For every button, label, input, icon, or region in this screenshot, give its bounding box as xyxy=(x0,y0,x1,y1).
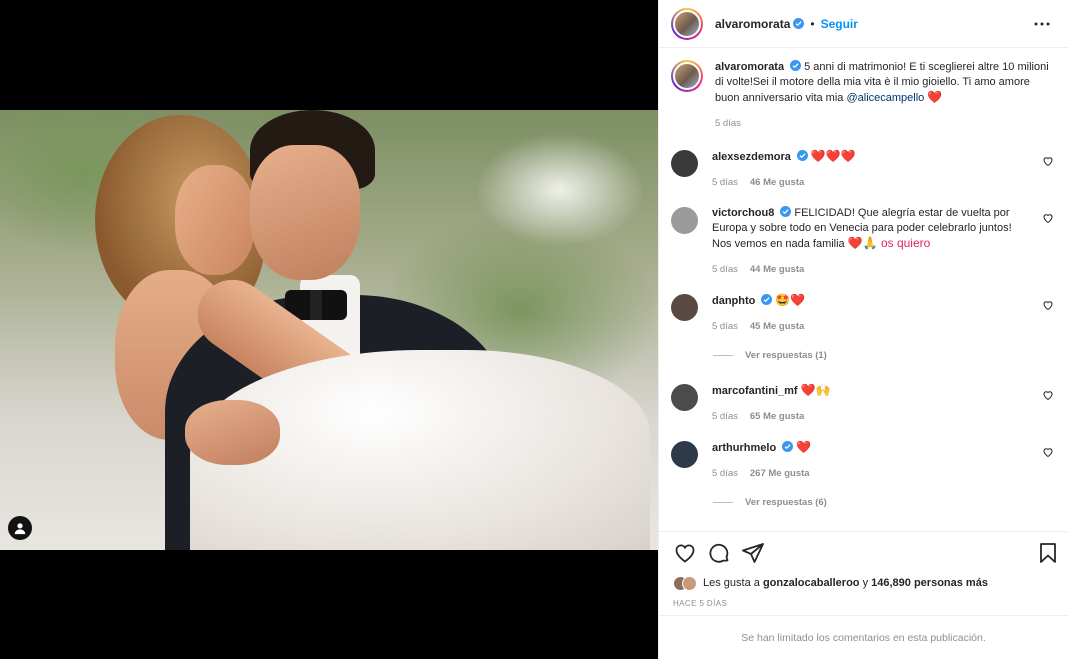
post-timestamp[interactable]: HACE 5 DÍAS xyxy=(659,593,1068,615)
comment-username[interactable]: victorchou8 xyxy=(712,207,774,219)
comment-like-heart-icon[interactable] xyxy=(1042,389,1054,401)
verified-icon xyxy=(782,441,794,452)
comments-list[interactable]: alvaromorata 5 anni di matrimonio! E ti s… xyxy=(659,48,1068,531)
comment-likes[interactable]: 45 Me gusta xyxy=(750,319,804,334)
comment-username[interactable]: danphto xyxy=(712,295,755,307)
post-header: alvaromorata • Seguir xyxy=(659,0,1068,48)
comment-time[interactable]: 5 días xyxy=(712,466,738,481)
view-replies-button[interactable]: Ver respuestas (6) xyxy=(713,497,1054,508)
avatar[interactable] xyxy=(671,294,698,321)
comment-like-heart-icon[interactable] xyxy=(1042,155,1054,167)
comment-like-heart-icon[interactable] xyxy=(1042,212,1054,224)
comment-likes[interactable]: 44 Me gusta xyxy=(750,262,804,277)
comment-like-heart-icon[interactable] xyxy=(1042,299,1054,311)
post-photo[interactable] xyxy=(0,110,658,550)
comment-item: alexsezdemora ❤️❤️❤️ 5 días 46 Me gusta xyxy=(671,149,1054,190)
view-replies-label: Ver respuestas (1) xyxy=(745,350,827,361)
avatar[interactable] xyxy=(671,150,698,177)
author-username[interactable]: alvaromorata xyxy=(715,17,790,31)
verified-icon xyxy=(790,60,802,71)
comment-time[interactable]: 5 días xyxy=(712,319,738,334)
comment-time[interactable]: 5 días xyxy=(712,175,738,190)
verified-icon xyxy=(796,150,808,161)
comments-limited-notice: Se han limitado los comentarios en esta … xyxy=(659,615,1068,659)
photo-detail xyxy=(175,165,255,275)
comment-emoji: 🤩❤️ xyxy=(775,293,806,307)
photo-detail xyxy=(185,400,280,465)
likes-prefix: Les gusta a xyxy=(703,577,760,589)
avatar[interactable] xyxy=(671,384,698,411)
bookmark-icon[interactable] xyxy=(1036,541,1060,565)
comment-emoji: ❤️🙏 os quiero xyxy=(847,236,931,250)
post-sidebar: alvaromorata • Seguir alvaromorata 5 anni… xyxy=(658,0,1068,659)
caption-time[interactable]: 5 días xyxy=(715,116,741,131)
comment-username[interactable]: marcofantini_mf xyxy=(712,385,798,397)
avatar[interactable] xyxy=(671,60,703,92)
avatar[interactable] xyxy=(671,7,703,40)
verified-icon xyxy=(793,18,805,29)
comment-time[interactable]: 5 días xyxy=(712,262,738,277)
comment-time[interactable]: 5 días xyxy=(712,409,738,424)
likes-user[interactable]: gonzalocaballeroo xyxy=(763,577,860,589)
likes-summary: Les gusta a gonzalocaballeroo y 146,890 … xyxy=(659,573,1068,593)
share-icon[interactable] xyxy=(741,541,765,565)
comment-item: victorchou8 FELICIDAD! Que alegría estar … xyxy=(671,206,1054,277)
likes-count[interactable]: 146,890 personas más xyxy=(871,577,988,589)
comment-emoji: ❤️❤️❤️ xyxy=(810,149,856,163)
user-tag-icon[interactable] xyxy=(8,516,32,540)
comment-emoji: ❤️🙌 xyxy=(800,383,831,397)
photo-detail xyxy=(250,145,360,280)
post-media xyxy=(0,0,658,659)
heart-icon[interactable] xyxy=(673,541,697,565)
comment-item: danphto 🤩❤️ 5 días 45 Me gusta xyxy=(671,293,1054,334)
comment-item: marcofantini_mf ❤️🙌 5 días 65 Me gusta xyxy=(671,383,1054,424)
comment-icon[interactable] xyxy=(707,541,731,565)
comment-username[interactable]: arthurhmelo xyxy=(712,442,776,454)
comment-item: arthurhmelo ❤️ 5 días 267 Me gusta xyxy=(671,440,1054,481)
view-replies-button[interactable]: Ver respuestas (1) xyxy=(713,350,1054,361)
likes-middle: y xyxy=(862,577,869,589)
comment-likes[interactable]: 267 Me gusta xyxy=(750,466,810,481)
verified-icon xyxy=(780,206,792,217)
caption-username[interactable]: alvaromorata xyxy=(715,61,784,73)
view-replies-label: Ver respuestas (6) xyxy=(745,497,827,508)
more-icon[interactable] xyxy=(1030,12,1054,36)
instagram-post-view: alvaromorata • Seguir alvaromorata 5 anni… xyxy=(0,0,1068,659)
avatar xyxy=(682,575,697,591)
separator: • xyxy=(810,16,815,31)
follow-button[interactable]: Seguir xyxy=(821,17,858,31)
verified-icon xyxy=(761,294,773,305)
caption-emoji: ❤️ xyxy=(927,90,943,104)
avatar[interactable] xyxy=(671,441,698,468)
caption-mention[interactable]: @alicecampello xyxy=(846,92,924,104)
comment-username[interactable]: alexsezdemora xyxy=(712,151,791,163)
action-bar xyxy=(659,531,1068,573)
comment-likes[interactable]: 65 Me gusta xyxy=(750,409,804,424)
avatar[interactable] xyxy=(671,207,698,234)
comment-likes[interactable]: 46 Me gusta xyxy=(750,175,804,190)
caption: alvaromorata 5 anni di matrimonio! E ti s… xyxy=(671,60,1054,131)
comment-like-heart-icon[interactable] xyxy=(1042,446,1054,458)
comment-emoji: ❤️ xyxy=(796,440,812,454)
